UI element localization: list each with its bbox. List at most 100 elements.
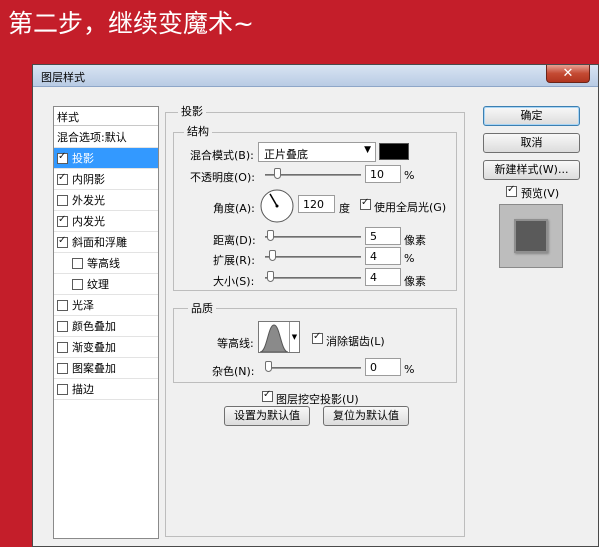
style-item-label: 投影 (72, 152, 94, 165)
preview-label: 预览(V) (521, 187, 560, 200)
shadow-color-swatch[interactable] (379, 143, 409, 160)
styles-list: 样式 混合选项:默认投影内阴影外发光内发光斜面和浮雕等高线纹理光泽颜色叠加渐变叠… (53, 106, 159, 539)
chevron-down-icon: ▼ (291, 333, 298, 341)
style-item-checkbox[interactable] (57, 214, 68, 227)
style-item[interactable]: 描边 (54, 379, 158, 400)
distance-slider-track[interactable] (265, 236, 361, 238)
style-item[interactable]: 光泽 (54, 295, 158, 316)
style-item[interactable]: 渐变叠加 (54, 337, 158, 358)
angle-dial-icon[interactable] (259, 188, 295, 224)
global-light-checkbox[interactable] (360, 197, 371, 210)
style-item[interactable]: 颜色叠加 (54, 316, 158, 337)
distance-slider-thumb[interactable] (266, 230, 274, 241)
style-item-checkbox[interactable] (57, 299, 68, 311)
style-preview-box (499, 204, 563, 268)
ok-button[interactable]: 确定 (483, 106, 580, 126)
opacity-unit: % (404, 169, 415, 182)
noise-input[interactable]: 0 (365, 358, 401, 376)
style-item-checkbox[interactable] (72, 278, 83, 290)
knockout-label: 图层挖空投影(U) (276, 393, 359, 406)
style-item-checkbox[interactable] (72, 257, 83, 269)
style-item[interactable]: 内发光 (54, 211, 158, 232)
make-default-button[interactable]: 设置为默认值 (224, 406, 310, 426)
global-light-label: 使用全局光(G) (374, 201, 447, 214)
title-bar: 图层样式 ✕ (33, 65, 598, 87)
style-item-checkbox[interactable] (57, 362, 68, 374)
style-item-label: 内阴影 (72, 173, 105, 186)
style-item[interactable]: 混合选项:默认 (54, 127, 158, 148)
style-item-label: 渐变叠加 (72, 341, 116, 354)
style-item-label: 斜面和浮雕 (72, 236, 127, 249)
blend-mode-value: 正片叠底 (264, 148, 308, 161)
layer-style-dialog: 图层样式 ✕ 样式 混合选项:默认投影内阴影外发光内发光斜面和浮雕等高线纹理光泽… (32, 64, 599, 547)
size-slider-track[interactable] (265, 277, 361, 279)
style-item-checkbox[interactable] (57, 383, 68, 395)
opacity-label: 不透明度(O): (190, 171, 255, 184)
style-item[interactable]: 外发光 (54, 190, 158, 211)
style-item-label: 等高线 (87, 257, 120, 270)
style-item-label: 纹理 (87, 278, 109, 291)
spread-unit: % (404, 252, 415, 265)
noise-slider-thumb[interactable] (265, 361, 272, 372)
distance-input[interactable]: 5 (365, 227, 401, 245)
cancel-button[interactable]: 取消 (483, 133, 580, 153)
style-item[interactable]: 斜面和浮雕 (54, 232, 158, 253)
style-item[interactable]: 纹理 (54, 274, 158, 295)
blend-mode-label: 混合模式(B): (190, 149, 254, 162)
angle-input[interactable]: 120 (298, 195, 335, 213)
style-item-label: 光泽 (72, 299, 94, 312)
style-item[interactable]: 内阴影 (54, 169, 158, 190)
drop-shadow-title: 投影 (178, 103, 206, 119)
style-preview-swatch (514, 219, 548, 253)
close-button[interactable]: ✕ (546, 65, 590, 83)
knockout-checkbox[interactable] (262, 389, 273, 402)
style-item-label: 外发光 (72, 194, 105, 207)
structure-title: 结构 (184, 123, 212, 139)
contour-curve-icon (259, 324, 289, 352)
style-item-label: 混合选项:默认 (57, 131, 127, 144)
chevron-down-icon: ▼ (364, 145, 371, 155)
blend-mode-select[interactable]: 正片叠底 ▼ (258, 142, 376, 162)
preview-checkbox[interactable] (506, 184, 517, 197)
angle-label: 角度(A): (213, 202, 255, 215)
anti-alias-label: 消除锯齿(L) (326, 335, 385, 348)
style-item[interactable]: 图案叠加 (54, 358, 158, 379)
close-icon: ✕ (562, 66, 574, 81)
distance-unit: 像素 (404, 234, 426, 247)
opacity-slider-thumb[interactable] (273, 168, 281, 179)
style-item-label: 描边 (72, 383, 94, 396)
contour-picker[interactable]: ▼ (258, 321, 300, 353)
angle-unit: 度 (339, 202, 350, 215)
style-item-checkbox[interactable] (57, 151, 68, 164)
noise-unit: % (404, 363, 415, 376)
style-item[interactable]: 投影 (54, 148, 158, 169)
style-item-checkbox[interactable] (57, 194, 68, 206)
quality-title: 品质 (188, 300, 216, 316)
size-unit: 像素 (404, 275, 426, 288)
style-item-checkbox[interactable] (57, 172, 68, 185)
size-label: 大小(S): (213, 275, 255, 288)
noise-label: 杂色(N): (212, 365, 255, 378)
style-item-checkbox[interactable] (57, 235, 68, 248)
style-item-checkbox[interactable] (57, 320, 68, 332)
contour-label: 等高线: (217, 337, 254, 350)
style-item[interactable]: 等高线 (54, 253, 158, 274)
size-input[interactable]: 4 (365, 268, 401, 286)
style-item-label: 图案叠加 (72, 362, 116, 375)
size-slider-thumb[interactable] (266, 271, 274, 282)
spread-label: 扩展(R): (213, 254, 255, 267)
style-item-label: 颜色叠加 (72, 320, 116, 333)
style-item-checkbox[interactable] (57, 341, 68, 353)
spread-input[interactable]: 4 (365, 247, 401, 265)
spread-slider-thumb[interactable] (268, 250, 276, 261)
contour-dropdown[interactable]: ▼ (289, 322, 299, 352)
noise-slider-track[interactable] (265, 367, 361, 369)
banner-title: 第二步，继续变魔术~ (8, 9, 254, 38)
spread-slider-track[interactable] (265, 256, 361, 258)
anti-alias-checkbox[interactable] (312, 331, 323, 344)
dialog-title: 图层样式 (41, 71, 85, 84)
new-style-button[interactable]: 新建样式(W)... (483, 160, 580, 180)
distance-label: 距离(D): (213, 234, 256, 247)
reset-default-button[interactable]: 复位为默认值 (323, 406, 409, 426)
opacity-input[interactable]: 10 (365, 165, 401, 183)
